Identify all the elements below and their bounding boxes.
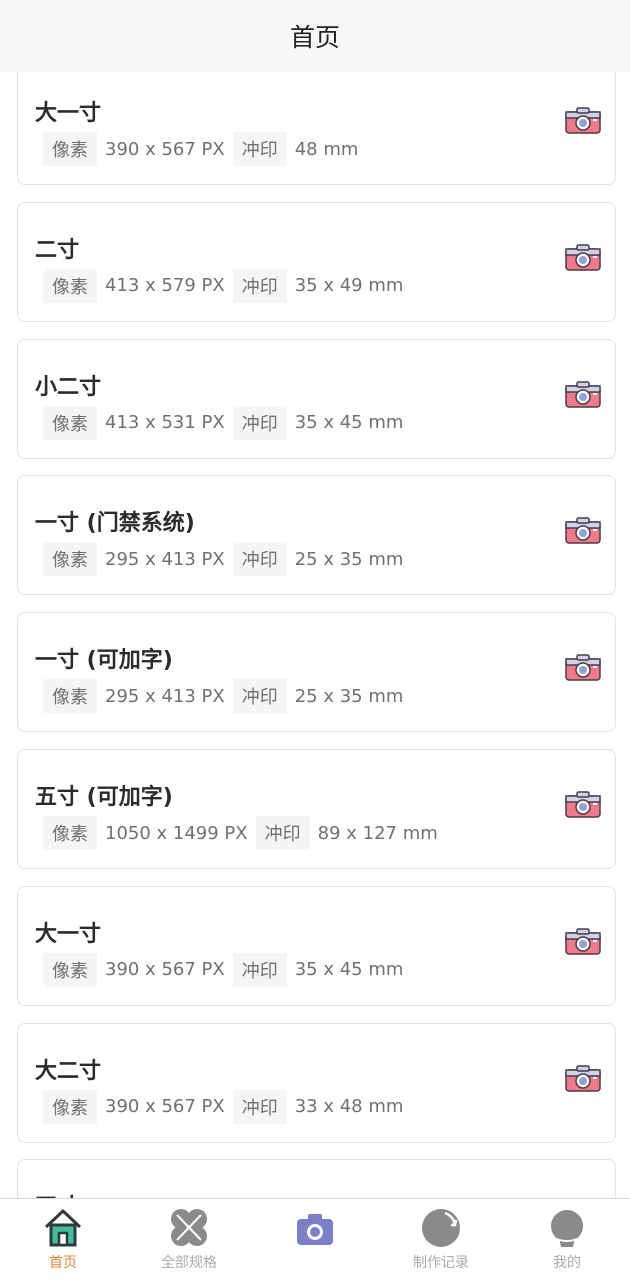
print-tag: 冲印 bbox=[232, 952, 287, 987]
spec-card[interactable]: 大二寸像素 390 x 567 PX 冲印 33 x 48 mm bbox=[17, 1022, 616, 1143]
spec-card-details: 像素 413 x 531 PX 冲印 35 x 45 mm bbox=[43, 405, 411, 440]
tab-profile-label: 我的 bbox=[553, 1255, 581, 1271]
spec-card-title: 小二寸 bbox=[35, 374, 102, 400]
header-bar: 首页 bbox=[0, 0, 630, 72]
user-icon bbox=[551, 1210, 583, 1247]
spec-card-title: 五寸 (可加字) bbox=[35, 785, 173, 810]
print-size-value: 25 x 35 mm bbox=[294, 685, 404, 707]
spec-card[interactable]: 一寸 (可加字) 像素 295 x 413 PX 冲印 25 x 35 mm bbox=[17, 612, 616, 733]
history-icon bbox=[422, 1209, 460, 1247]
spec-card-details: 像素 295 x 413 PX 冲印 25 x 35 mm bbox=[43, 542, 411, 577]
print-tag: 冲印 bbox=[232, 132, 287, 166]
pixel-tag: 像素 bbox=[43, 679, 97, 714]
spec-card-title: 大一寸 bbox=[35, 101, 102, 126]
tab-home-label: 首页 bbox=[49, 1255, 77, 1271]
spec-card-details: 像素 390 x 567 PX 冲印 48 mm bbox=[43, 132, 366, 166]
pixel-size-value: 295 x 413 PX bbox=[105, 685, 225, 707]
tab-history-label: 制作记录 bbox=[413, 1255, 469, 1271]
spec-card[interactable]: 一寸 (门禁系统) 像素 295 x 413 PX 冲印 25 x 35 mm bbox=[17, 475, 616, 596]
camera-icon[interactable] bbox=[565, 106, 601, 134]
spec-card-details: 像素 390 x 567 PX 冲印 33 x 48 mm bbox=[43, 1089, 411, 1124]
spec-card[interactable]: 四寸 bbox=[17, 1159, 616, 1198]
camera-icon[interactable] bbox=[565, 790, 601, 818]
pixel-tag: 像素 bbox=[43, 268, 97, 303]
print-tag: 冲印 bbox=[232, 679, 287, 714]
print-tag: 冲印 bbox=[232, 405, 287, 440]
pixel-size-value: 413 x 579 PX bbox=[105, 275, 225, 297]
pixel-tag: 像素 bbox=[43, 542, 97, 577]
pixel-tag: 像素 bbox=[43, 405, 97, 440]
spec-card-title: 大二寸 bbox=[35, 1058, 102, 1084]
bottom-tab-bar: 首页 全部规格 制作记录 我的 bbox=[0, 1198, 630, 1280]
spec-card-title: 大一寸 bbox=[35, 921, 102, 947]
tab-history[interactable]: 制作记录 bbox=[378, 1199, 504, 1280]
camera-icon[interactable] bbox=[565, 653, 601, 681]
print-size-value: 35 x 49 mm bbox=[294, 275, 404, 297]
spec-card[interactable]: 大一寸像素 390 x 567 PX 冲印 48 mm bbox=[17, 72, 616, 185]
camera-icon bbox=[297, 1214, 333, 1245]
camera-icon[interactable] bbox=[565, 927, 601, 955]
spec-card-details: 像素 1050 x 1499 PX 冲印 89 x 127 mm bbox=[43, 816, 446, 850]
spec-card[interactable]: 五寸 (可加字) 像素 1050 x 1499 PX 冲印 89 x 127 mm bbox=[17, 749, 616, 869]
spec-card[interactable]: 大一寸像素 390 x 567 PX 冲印 35 x 45 mm bbox=[17, 885, 616, 1006]
print-tag: 冲印 bbox=[255, 816, 310, 850]
print-size-value: 48 mm bbox=[294, 138, 359, 160]
pixel-size-value: 390 x 567 PX bbox=[105, 138, 225, 160]
print-tag: 冲印 bbox=[232, 268, 287, 303]
tab-camera[interactable] bbox=[252, 1199, 378, 1280]
spec-card-title: 四寸 bbox=[35, 1189, 79, 1198]
print-size-value: 25 x 35 mm bbox=[294, 548, 404, 570]
camera-icon[interactable] bbox=[565, 380, 601, 408]
spec-card-details: 像素 413 x 579 PX 冲印 35 x 49 mm bbox=[43, 268, 411, 303]
spec-card[interactable]: 小二寸像素 413 x 531 PX 冲印 35 x 45 mm bbox=[17, 338, 616, 459]
spec-card-title: 一寸 (可加字) bbox=[35, 648, 173, 674]
tab-all-specs-label: 全部规格 bbox=[161, 1255, 217, 1271]
spec-card-title: 一寸 (门禁系统) bbox=[35, 511, 195, 537]
camera-icon[interactable] bbox=[565, 1064, 601, 1092]
pixel-size-value: 413 x 531 PX bbox=[105, 412, 225, 434]
pixel-size-value: 390 x 567 PX bbox=[105, 959, 225, 981]
pixel-tag: 像素 bbox=[43, 816, 97, 850]
tab-all-specs[interactable]: 全部规格 bbox=[126, 1199, 252, 1280]
print-size-value: 33 x 48 mm bbox=[294, 1096, 404, 1118]
spec-card-title: 二寸 bbox=[35, 237, 80, 263]
camera-icon[interactable] bbox=[565, 243, 601, 271]
tab-home[interactable]: 首页 bbox=[0, 1199, 126, 1280]
print-size-value: 89 x 127 mm bbox=[317, 822, 438, 844]
tab-profile[interactable]: 我的 bbox=[504, 1199, 630, 1280]
page-title: 首页 bbox=[289, 23, 340, 52]
print-tag: 冲印 bbox=[232, 1089, 287, 1124]
spec-list[interactable]: 大一寸 像素 390 x 567 PX 冲印 48 mm 二寸 像素 413 x 579 PX… bbox=[0, 72, 630, 1198]
spec-card-details: 像素 390 x 567 PX 冲印 35 x 45 mm bbox=[43, 952, 411, 987]
home-icon bbox=[44, 1209, 82, 1247]
spec-card-details: 像素 295 x 413 PX 冲印 25 x 35 mm bbox=[43, 679, 411, 714]
print-tag: 冲印 bbox=[232, 542, 287, 577]
camera-icon[interactable] bbox=[565, 516, 601, 545]
print-size-value: 35 x 45 mm bbox=[294, 959, 404, 981]
print-size-value: 35 x 45 mm bbox=[294, 412, 404, 434]
pixel-size-value: 295 x 413 PX bbox=[105, 548, 225, 570]
pixel-tag: 像素 bbox=[43, 952, 97, 987]
pixel-size-value: 390 x 567 PX bbox=[105, 1096, 225, 1118]
pixel-tag: 像素 bbox=[43, 1089, 97, 1124]
pixel-tag: 像素 bbox=[43, 132, 97, 166]
pixel-size-value: 1050 x 1499 PX bbox=[105, 822, 248, 844]
clover-icon bbox=[171, 1209, 207, 1246]
spec-card[interactable]: 二寸像素 413 x 579 PX 冲印 35 x 49 mm bbox=[17, 201, 616, 322]
